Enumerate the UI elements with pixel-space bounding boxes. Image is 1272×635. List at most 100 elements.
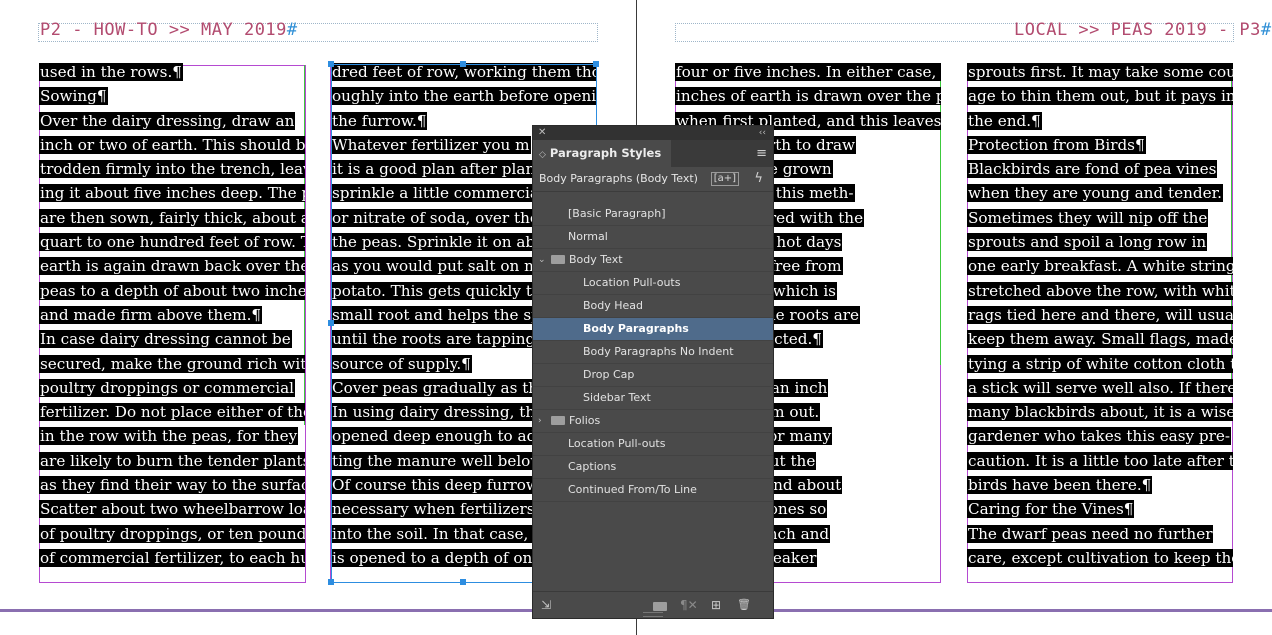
right-folio: LOCAL >> PEAS 2019 - P3# xyxy=(1014,20,1272,40)
panel-title-bar[interactable]: ✕ ‹‹ xyxy=(533,126,773,140)
text-line: sprouts first. It may take some cour- xyxy=(967,60,1233,84)
close-icon[interactable]: ✕ xyxy=(538,126,546,140)
text-line: Sometimes they will nip off the xyxy=(967,206,1233,230)
text-line: sprouts and spoil a long row in xyxy=(967,230,1233,254)
text-line: are likely to burn the tender plants xyxy=(39,449,305,473)
resize-handle[interactable] xyxy=(593,61,599,67)
style-item-label: Body Text xyxy=(569,253,623,266)
text-line-content: fertilizer. Do not place either of these xyxy=(39,403,305,422)
text-line-content: inch or two of earth. This should be xyxy=(39,135,305,154)
tab-chevron-icon: ◇ xyxy=(539,150,546,160)
resize-handle[interactable] xyxy=(328,61,334,67)
style-item[interactable]: ⌄ Body Text xyxy=(533,249,773,272)
new-style-icon[interactable]: ⊞ xyxy=(711,598,721,612)
style-item-label: Normal xyxy=(568,230,608,243)
resize-grip[interactable] xyxy=(643,612,663,617)
style-item[interactable]: Drop Cap xyxy=(533,364,773,387)
text-line: when they are young and tender. xyxy=(967,181,1233,205)
text-line-content: are then sown, fairly thick, about a xyxy=(39,208,305,227)
clear-overrides-icon[interactable]: ¶✕ xyxy=(680,598,698,612)
text-line: gardener who takes this easy pre- xyxy=(967,424,1233,448)
style-item[interactable]: [Basic Paragraph] xyxy=(533,203,773,226)
style-item[interactable]: Body Paragraphs xyxy=(533,318,773,341)
resize-handle[interactable] xyxy=(328,579,334,585)
load-styles-icon[interactable]: ⇲ xyxy=(541,598,551,612)
resize-handle[interactable] xyxy=(460,61,466,67)
style-item-label: Continued From/To Line xyxy=(568,483,697,496)
text-line: caution. It is a little too late after t… xyxy=(967,449,1233,473)
text-line: many blackbirds about, it is a wise xyxy=(967,400,1233,424)
panel-tab-row: ◇ Paragraph Styles ≡ xyxy=(533,140,773,167)
resize-handle[interactable] xyxy=(328,320,334,326)
text-line: quart to one hundred feet of row. The xyxy=(39,230,305,254)
text-line-content: Caring for the Vines¶ xyxy=(967,500,1135,519)
text-line-content: many blackbirds about, it is a wise xyxy=(967,403,1233,422)
text-line: earth is again drawn back over the xyxy=(39,254,305,278)
text-line-content: ing it about five inches deep. The peas xyxy=(39,184,305,203)
quick-apply-icon[interactable]: ϟ xyxy=(754,167,763,191)
trash-icon[interactable]: 🗑 xyxy=(737,598,751,612)
tab-paragraph-styles[interactable]: ◇ Paragraph Styles xyxy=(533,140,672,167)
text-line-content: caution. It is a little too late after t… xyxy=(967,451,1233,470)
text-line: Blackbirds are fond of pea vines xyxy=(967,157,1233,181)
folder-icon xyxy=(551,254,565,264)
style-item[interactable]: › Folios xyxy=(533,410,773,433)
text-line-content: stretched above the row, with white xyxy=(967,281,1233,300)
style-item-label: Drop Cap xyxy=(583,368,635,381)
text-line-content: secured, make the ground rich with xyxy=(39,354,305,373)
text-line-content: the end.¶ xyxy=(967,111,1042,130)
style-item[interactable]: Location Pull-outs xyxy=(533,272,773,295)
expand-right-icon[interactable]: › xyxy=(538,410,542,432)
style-item[interactable]: Sidebar Text xyxy=(533,387,773,410)
text-line-content: The dwarf peas need no further xyxy=(967,524,1214,543)
style-item-label: [Basic Paragraph] xyxy=(568,207,666,220)
style-item[interactable]: Captions xyxy=(533,456,773,479)
text-frame-col1[interactable]: used in the rows.¶ Sowing¶ Over the dair… xyxy=(39,60,305,574)
text-line: the end.¶ xyxy=(967,109,1233,133)
text-line: poultry droppings or commercial xyxy=(39,376,305,400)
text-line: keep them away. Small flags, made by xyxy=(967,327,1233,351)
text-line: and made firm above them.¶ xyxy=(39,303,305,327)
text-line: stretched above the row, with white xyxy=(967,279,1233,303)
text-line: of poultry droppings, or ten pounds xyxy=(39,522,305,546)
text-line-content: age to thin them out, but it pays in xyxy=(967,87,1233,106)
text-line-content: In case dairy dressing cannot be xyxy=(39,330,292,349)
style-item[interactable]: Body Head xyxy=(533,295,773,318)
text-line-content: care, except cultivation to keep the xyxy=(967,548,1233,567)
text-frame-col4[interactable]: sprouts first. It may take some cour-age… xyxy=(967,60,1233,574)
text-line: are then sown, fairly thick, about a xyxy=(39,206,305,230)
collapse-icon[interactable]: ‹‹ xyxy=(759,126,766,140)
right-folio-text: LOCAL >> PEAS 2019 - P3 xyxy=(1014,20,1261,40)
text-line: In case dairy dressing cannot be xyxy=(39,327,305,351)
new-style-icon[interactable]: [a+] xyxy=(710,172,739,186)
text-line: as they find their way to the surface. xyxy=(39,473,305,497)
resize-handle[interactable] xyxy=(460,579,466,585)
panel-menu-icon[interactable]: ≡ xyxy=(756,147,767,160)
style-item-label: Folios xyxy=(569,414,601,427)
text-line: a stick will serve well also. If there a… xyxy=(967,376,1233,400)
text-line-content: earth is again drawn back over the xyxy=(39,257,305,276)
text-line: Scatter about two wheelbarrow loads xyxy=(39,497,305,521)
expand-down-icon[interactable]: ⌄ xyxy=(538,249,546,271)
text-line-content: Blackbirds are fond of pea vines xyxy=(967,160,1218,179)
text-line-content: of poultry droppings, or ten pounds xyxy=(39,524,305,543)
text-line-content: of commercial fertilizer, to each hun- xyxy=(39,548,305,567)
style-item-label: Body Paragraphs No Indent xyxy=(583,345,734,358)
style-item-label: Body Head xyxy=(583,299,644,312)
style-item[interactable]: Normal xyxy=(533,226,773,249)
style-item[interactable]: Location Pull-outs xyxy=(533,433,773,456)
text-line: inch or two of earth. This should be xyxy=(39,133,305,157)
text-line: Sowing¶ xyxy=(39,84,305,108)
text-line-content: Sowing¶ xyxy=(39,87,108,106)
text-line: Protection from Birds¶ xyxy=(967,133,1233,157)
text-line-content: four or five inches. In either case, two xyxy=(675,63,941,81)
style-item[interactable]: Body Paragraphs No Indent xyxy=(533,341,773,364)
text-line: one early breakfast. A white string, xyxy=(967,254,1233,278)
text-line-content: tying a strip of white cotton cloth to xyxy=(967,354,1233,373)
style-list: [Basic Paragraph] Normal ⌄ Body Text Locatio… xyxy=(533,203,773,502)
text-line-content: sprouts first. It may take some cour- xyxy=(967,63,1233,81)
style-item[interactable]: Continued From/To Line xyxy=(533,479,773,502)
text-line: age to thin them out, but it pays in xyxy=(967,84,1233,108)
text-line-content: peas to a depth of about two inches, xyxy=(39,281,305,300)
style-item-label: Sidebar Text xyxy=(583,391,651,404)
